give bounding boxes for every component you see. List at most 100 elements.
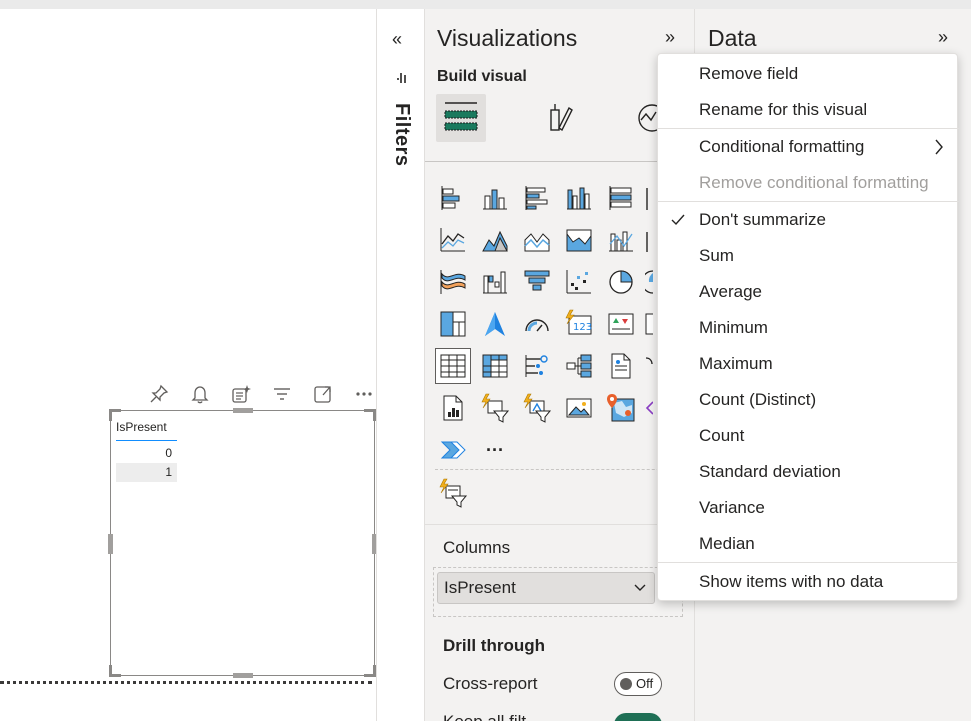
menu-item-remove-field[interactable]: Remove field [658, 56, 959, 92]
toggle-state-label: Off [636, 676, 654, 691]
field-pill-ispresent[interactable]: IsPresent [437, 572, 655, 604]
menu-item-label: Remove conditional formatting [699, 173, 929, 192]
100-stacked-column-chart-icon[interactable] [645, 180, 653, 216]
app-root: IsPresent 0 1 « Filters Visualizations »… [0, 0, 971, 721]
waterfall-chart-icon[interactable] [477, 264, 513, 300]
menu-item-count-distinct[interactable]: Count (Distinct) [658, 382, 959, 418]
power-automate-filter-icon[interactable] [519, 390, 555, 426]
cross-report-toggle[interactable]: Off [614, 672, 662, 696]
top-bar [0, 0, 971, 9]
image-visual-icon[interactable] [561, 390, 597, 426]
paginated-report-icon[interactable] [435, 390, 471, 426]
scatter-chart-icon[interactable] [561, 264, 597, 300]
expand-data-icon[interactable]: » [938, 27, 948, 48]
decomposition-tree-icon[interactable] [561, 348, 597, 384]
keep-all-filters-label: Keep all filt [443, 712, 526, 721]
chevron-down-icon[interactable] [634, 573, 646, 613]
focus-mode-icon[interactable] [302, 381, 343, 407]
menu-item-label: Maximum [699, 354, 773, 373]
resize-corner-bottom-right[interactable] [364, 665, 376, 677]
menu-item-count[interactable]: Count [658, 418, 959, 454]
menu-item-rename-for-visual[interactable]: Rename for this visual [658, 92, 959, 128]
clustered-column-chart-icon[interactable] [561, 180, 597, 216]
menu-item-label: Sum [699, 246, 734, 265]
get-more-visuals-icon[interactable]: ··· [477, 432, 513, 468]
expand-visualizations-icon[interactable]: » [665, 27, 675, 48]
collapse-filters-icon[interactable]: « [392, 29, 402, 50]
page-boundary [0, 681, 372, 684]
kpi-icon[interactable] [603, 306, 639, 342]
power-automate-icon[interactable] [435, 432, 471, 468]
power-apps-visual-icon[interactable] [435, 475, 471, 511]
gauge-icon[interactable] [519, 306, 555, 342]
resize-corner-top-right[interactable] [364, 409, 376, 421]
100-stacked-bar-chart-icon[interactable] [603, 180, 639, 216]
menu-item-average[interactable]: Average [658, 274, 959, 310]
svg-text:123: 123 [573, 322, 592, 333]
resize-handle-bottom[interactable] [233, 673, 253, 678]
ribbon-flow-chart-icon[interactable] [435, 264, 471, 300]
bell-icon[interactable] [179, 381, 220, 407]
matrix-visual-icon[interactable] [477, 348, 513, 384]
power-apps-filter-icon[interactable] [477, 390, 513, 426]
cross-report-label: Cross-report [443, 674, 538, 693]
table-cell[interactable]: 1 [116, 463, 177, 482]
format-visual-tab[interactable] [534, 94, 584, 142]
azure-map-icon[interactable] [477, 306, 513, 342]
menu-item-show-items-with-no-data[interactable]: Show items with no data [658, 564, 959, 600]
key-influencers-icon[interactable] [519, 348, 555, 384]
pie-chart-icon[interactable] [603, 264, 639, 300]
build-visual-tab[interactable] [436, 94, 486, 142]
pin-icon[interactable] [138, 381, 179, 407]
table-cell[interactable]: 0 [116, 444, 177, 463]
stacked-area-chart-icon[interactable] [519, 222, 555, 258]
filter-icon[interactable] [261, 381, 302, 407]
smart-narrative-visual-icon[interactable] [645, 348, 653, 384]
line-chart-icon[interactable] [435, 222, 471, 258]
filters-label[interactable]: Filters [390, 103, 413, 167]
resize-corner-bottom-left[interactable] [109, 665, 121, 677]
menu-item-conditional-formatting[interactable]: Conditional formatting [658, 129, 959, 165]
menu-item-label: Remove field [699, 64, 799, 83]
custom-visual-icon[interactable] [645, 390, 653, 426]
smart-narrative-icon[interactable] [220, 381, 261, 407]
menu-item-label: Minimum [699, 318, 768, 337]
menu-separator [658, 562, 959, 563]
format-brush-icon [550, 104, 573, 132]
card-icon[interactable]: 123 [561, 306, 597, 342]
menu-item-label: Median [699, 534, 755, 553]
menu-item-dont-summarize[interactable]: Don't summarize [658, 202, 959, 238]
menu-item-label: Rename for this visual [699, 100, 868, 119]
funnel-chart-icon[interactable] [519, 264, 555, 300]
menu-item-label: Count (Distinct) [699, 390, 817, 409]
stacked-column-chart-icon[interactable] [477, 180, 513, 216]
menu-item-minimum[interactable]: Minimum [658, 310, 959, 346]
filters-pane: « Filters [376, 9, 425, 721]
resize-handle-top[interactable] [233, 408, 253, 413]
table-visual-icon[interactable] [435, 348, 471, 384]
keep-all-filters-toggle[interactable] [614, 713, 662, 721]
stacked-bar-chart-icon[interactable] [435, 180, 471, 216]
menu-item-label: Conditional formatting [699, 137, 865, 156]
table-visual[interactable]: IsPresent 0 1 [108, 408, 377, 678]
multi-row-card-icon[interactable] [645, 306, 653, 342]
area-chart-icon[interactable] [477, 222, 513, 258]
resize-handle-left[interactable] [108, 534, 113, 554]
menu-item-variance[interactable]: Variance [658, 490, 959, 526]
ribbon-chart-icon[interactable] [645, 222, 653, 258]
line-and-column-chart-icon[interactable] [603, 222, 639, 258]
menu-item-standard-deviation[interactable]: Standard deviation [658, 454, 959, 490]
menu-item-remove-conditional-formatting: Remove conditional formatting [658, 165, 959, 201]
filter-pane-icon [397, 71, 411, 90]
arcgis-map-icon[interactable] [603, 390, 639, 426]
gallery-separator [435, 469, 685, 470]
treemap-icon[interactable] [435, 306, 471, 342]
clustered-bar-chart-icon[interactable] [519, 180, 555, 216]
menu-item-median[interactable]: Median [658, 526, 959, 562]
menu-item-sum[interactable]: Sum [658, 238, 959, 274]
qa-visual-icon[interactable] [603, 348, 639, 384]
100-stacked-area-chart-icon[interactable] [561, 222, 597, 258]
donut-chart-icon[interactable] [645, 264, 653, 300]
menu-item-maximum[interactable]: Maximum [658, 346, 959, 382]
table-column-header[interactable]: IsPresent [116, 420, 177, 441]
